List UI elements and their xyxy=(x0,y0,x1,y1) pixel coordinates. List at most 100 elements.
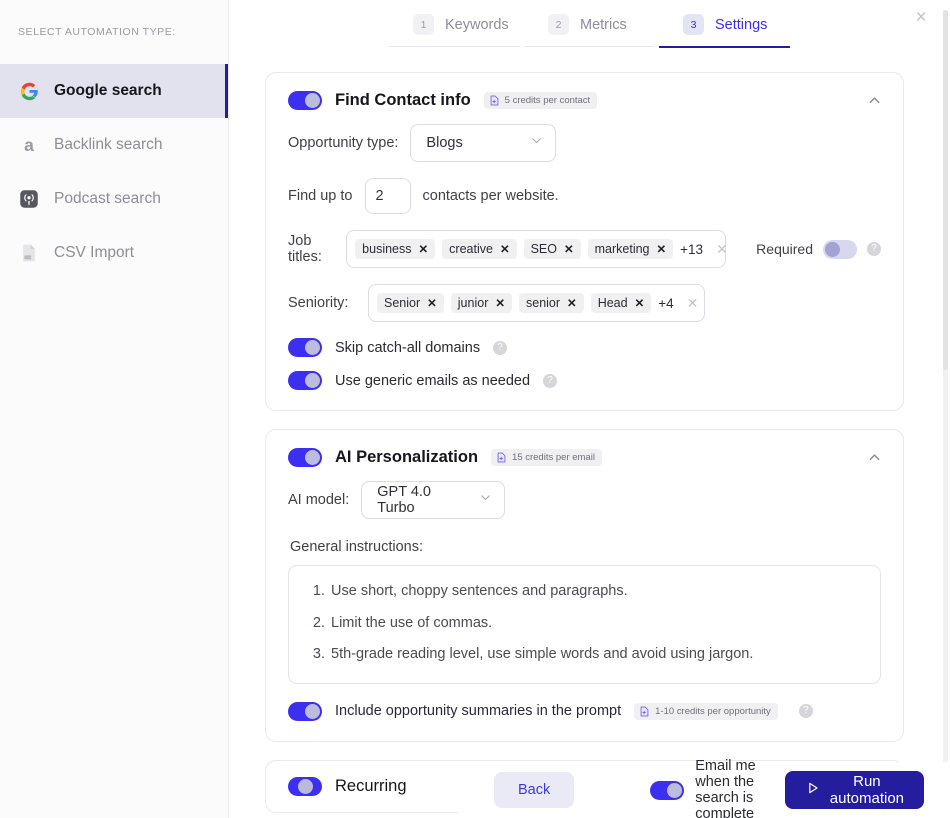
job-titles-overflow-count[interactable]: +13 xyxy=(680,242,703,257)
tag-chip[interactable]: business ✕ xyxy=(355,239,436,259)
instruction-item: Limit the use of commas. xyxy=(329,614,860,634)
step-number: 3 xyxy=(683,14,704,35)
sidebar-item-google-search[interactable]: Google search xyxy=(0,64,228,118)
sidebar-item-label: Podcast search xyxy=(54,190,161,208)
seniority-overflow-count[interactable]: +4 xyxy=(658,296,673,311)
sidebar-item-label: Backlink search xyxy=(54,136,163,154)
svg-text:a: a xyxy=(24,135,34,155)
ahrefs-icon: a xyxy=(18,134,40,156)
tag-remove-icon[interactable]: ✕ xyxy=(564,242,574,256)
chevron-down-icon xyxy=(479,491,492,509)
sidebar-item-backlink-search[interactable]: a Backlink search xyxy=(0,118,228,172)
step-underline xyxy=(389,46,520,47)
contacts-per-website-row: Find up to contacts per website. xyxy=(288,178,881,214)
tab-keywords[interactable]: 1 Keywords xyxy=(387,14,522,48)
tag-chip[interactable]: junior ✕ xyxy=(450,293,512,313)
ai-personalization-toggle[interactable] xyxy=(288,448,322,467)
tab-settings[interactable]: 3 Settings xyxy=(657,14,792,48)
find-contact-info-card: Find Contact info 5 credits per contact … xyxy=(265,72,904,411)
ai-model-label: AI model: xyxy=(288,492,350,508)
chevron-down-icon xyxy=(530,134,543,152)
tag-label: Head xyxy=(597,296,628,310)
opportunity-type-row: Opportunity type: Blogs xyxy=(288,124,881,162)
tag-remove-icon[interactable]: ✕ xyxy=(567,296,577,310)
tag-chip[interactable]: creative ✕ xyxy=(442,239,517,259)
back-button[interactable]: Back xyxy=(494,772,575,808)
tag-chip[interactable]: Senior ✕ xyxy=(377,293,444,313)
collapse-chevron-up-icon[interactable] xyxy=(867,93,883,109)
action-bar: Back Email me when the search is complet… xyxy=(458,758,950,818)
tag-chip[interactable]: Head ✕ xyxy=(590,293,652,313)
step-underline xyxy=(524,46,655,47)
step-number: 1 xyxy=(413,14,434,35)
tag-remove-icon[interactable]: ✕ xyxy=(427,296,437,310)
tag-remove-icon[interactable]: ✕ xyxy=(500,242,510,256)
help-icon[interactable]: ? xyxy=(543,373,558,388)
automation-settings-modal: SELECT AUTOMATION TYPE: Google search a … xyxy=(0,0,950,818)
include-summaries-toggle[interactable] xyxy=(288,701,322,721)
generic-emails-toggle[interactable] xyxy=(288,371,322,390)
email-notify-group: Email me when the search is complete xyxy=(650,758,785,818)
tag-label: creative xyxy=(449,242,493,256)
tag-chip[interactable]: marketing ✕ xyxy=(587,239,674,259)
seniority-label: Seniority: xyxy=(288,295,349,311)
credits-badge-label: 15 credits per email xyxy=(512,452,595,463)
tab-metrics[interactable]: 2 Metrics xyxy=(522,14,657,48)
skip-catchall-toggle[interactable] xyxy=(288,338,322,357)
collapse-chevron-up-icon[interactable] xyxy=(867,450,883,466)
scrollbar-thumb[interactable] xyxy=(943,10,948,370)
sidebar-item-label: CSV Import xyxy=(54,244,135,262)
tag-remove-icon[interactable]: ✕ xyxy=(657,242,667,256)
help-icon[interactable]: ? xyxy=(798,704,813,719)
tag-label: marketing xyxy=(594,242,650,256)
card-header: AI Personalization 15 credits per email xyxy=(288,448,881,467)
opportunity-type-value: Blogs xyxy=(426,135,463,151)
run-automation-button[interactable]: Run automation xyxy=(784,771,924,809)
general-instructions-label: General instructions: xyxy=(290,539,423,555)
tag-chip[interactable]: SEO ✕ xyxy=(523,239,581,259)
help-icon[interactable]: ? xyxy=(867,242,881,256)
step-label: Metrics xyxy=(580,16,627,33)
opportunity-type-label: Opportunity type: xyxy=(288,135,399,151)
contacts-count-input[interactable] xyxy=(364,178,411,214)
tag-remove-icon[interactable]: ✕ xyxy=(635,296,645,310)
find-contact-info-toggle[interactable] xyxy=(288,91,322,110)
general-instructions-editor[interactable]: Use short, choppy sentences and paragrap… xyxy=(288,565,881,684)
tag-remove-icon[interactable]: ✕ xyxy=(419,242,429,256)
tag-label: junior xyxy=(457,296,489,310)
credits-badge: 1-10 credits per opportunity xyxy=(634,702,778,720)
email-notify-toggle[interactable] xyxy=(650,780,685,800)
card-title: Find Contact info xyxy=(335,91,471,109)
recurring-toggle[interactable] xyxy=(288,776,322,796)
tag-label: SEO xyxy=(530,242,557,256)
sidebar-item-podcast-search[interactable]: Podcast search xyxy=(0,172,228,226)
seniority-input[interactable]: Senior ✕ junior ✕ senior ✕ Head ✕ +4 ✕ xyxy=(368,284,705,322)
settings-cards: Find Contact info 5 credits per contact … xyxy=(229,48,950,813)
help-icon[interactable]: ? xyxy=(493,340,508,355)
opportunity-type-select[interactable]: Blogs xyxy=(410,124,557,162)
credit-file-icon xyxy=(497,452,506,463)
clear-all-icon[interactable]: ✕ xyxy=(681,295,705,312)
credit-file-icon xyxy=(490,95,498,106)
step-label: Keywords xyxy=(445,16,509,33)
sidebar: SELECT AUTOMATION TYPE: Google search a … xyxy=(0,0,229,818)
include-summaries-row: Include opportunity summaries in the pro… xyxy=(288,701,881,721)
required-toggle-group: Required ? xyxy=(756,239,881,259)
clear-all-icon[interactable]: ✕ xyxy=(710,241,734,258)
credits-badge-label: 5 credits per contact xyxy=(504,95,591,106)
job-titles-input[interactable]: business ✕ creative ✕ SEO ✕ marketing ✕ +13 … xyxy=(346,230,728,268)
sidebar-item-csv-import[interactable]: CSV CSV Import xyxy=(0,226,228,280)
tag-label: senior xyxy=(526,296,561,310)
contacts-suffix-label: contacts per website. xyxy=(422,188,559,204)
ai-model-select[interactable]: GPT 4.0 Turbo xyxy=(361,481,506,519)
tag-chip[interactable]: senior ✕ xyxy=(519,293,584,313)
instruction-item: Use short, choppy sentences and paragrap… xyxy=(329,582,860,602)
required-toggle[interactable] xyxy=(823,239,857,259)
credit-file-icon xyxy=(640,706,649,717)
credits-badge-label: 1-10 credits per opportunity xyxy=(655,705,771,717)
close-icon[interactable]: × xyxy=(908,4,934,30)
card-header: Find Contact info 5 credits per contact xyxy=(288,91,881,110)
sidebar-item-label: Google search xyxy=(54,82,162,100)
tag-remove-icon[interactable]: ✕ xyxy=(495,296,505,310)
credits-badge: 5 credits per contact xyxy=(483,92,598,109)
